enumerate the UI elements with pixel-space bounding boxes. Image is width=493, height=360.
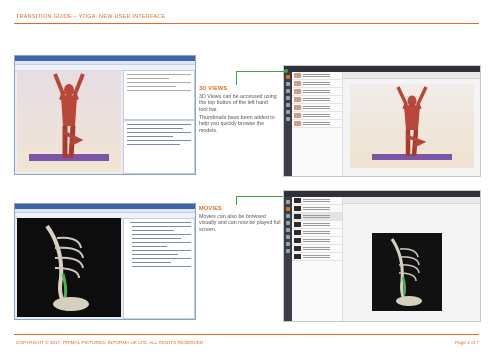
section-movies-body: Movies can also be browsed visually and … — [199, 214, 281, 233]
tool-icon — [286, 214, 290, 218]
new-3d-viewport — [350, 84, 474, 168]
tool-icon — [286, 103, 290, 107]
old-ui-movies-screenshot — [14, 203, 196, 320]
callout-line — [236, 71, 286, 72]
new-ui-3d-screenshot — [283, 65, 481, 177]
list-item — [292, 96, 342, 104]
footer-divider — [14, 334, 479, 335]
list-item — [292, 237, 342, 245]
tool-icon — [286, 200, 290, 204]
new-thumbnail-list — [292, 72, 343, 176]
yoga-pose-figure — [372, 86, 452, 160]
new-view-header — [343, 72, 480, 79]
new-left-toolbar — [284, 72, 292, 176]
tool-icon — [286, 96, 290, 100]
new-movie-list — [292, 197, 343, 321]
old-movie-list — [123, 218, 195, 319]
list-item — [292, 197, 342, 205]
old-ui-3d-screenshot — [14, 55, 196, 175]
callout-line — [236, 196, 286, 197]
tool-icon — [286, 110, 290, 114]
list-item — [292, 80, 342, 88]
section-3d-views-body2: Thumbnails have been added to help you q… — [199, 115, 275, 134]
new-left-toolbar — [284, 197, 292, 321]
old-3d-viewport — [17, 70, 121, 172]
tool-icon — [286, 249, 290, 253]
tool-icon — [286, 117, 290, 121]
list-item — [292, 229, 342, 237]
section-3d-views-title: 3D VIEWS — [199, 86, 228, 92]
list-item — [292, 88, 342, 96]
callout-line — [236, 196, 237, 205]
list-item — [292, 253, 342, 261]
section-3d-views-body: 3D Views can be accessed using the top b… — [199, 94, 277, 113]
tool-icon — [286, 82, 290, 86]
list-item — [292, 205, 342, 213]
header-divider — [14, 23, 479, 24]
callout-line — [236, 71, 237, 85]
views-3d-icon — [286, 75, 290, 79]
list-item — [292, 112, 342, 120]
list-item — [292, 213, 342, 221]
tool-icon — [286, 221, 290, 225]
list-item — [292, 104, 342, 112]
yoga-pose-figure — [29, 73, 109, 161]
tool-icon — [286, 235, 290, 239]
page-header-title: TRANSITION GUIDE – YOGA: NEW USER INTERF… — [16, 14, 166, 20]
new-ui-movies-screenshot — [283, 190, 481, 322]
list-item — [292, 221, 342, 229]
old-movie-viewport — [17, 218, 121, 317]
skeleton-figure — [390, 238, 422, 307]
footer-copyright: COPYRIGHT © 2017, PRIMAL PICTURES, INFOR… — [16, 340, 204, 345]
new-view-header — [343, 197, 480, 204]
tool-icon — [286, 228, 290, 232]
list-item — [292, 245, 342, 253]
footer-page-number: Page 2 of 7 — [455, 340, 479, 345]
list-item — [292, 120, 342, 128]
new-movie-viewport — [372, 233, 442, 311]
old-structure-list — [123, 120, 195, 174]
movies-icon — [286, 207, 290, 211]
tool-icon — [286, 89, 290, 93]
callout-dot — [284, 69, 288, 73]
section-movies-title: MOVIES — [199, 206, 222, 212]
old-info-panel — [123, 70, 195, 120]
tool-icon — [286, 242, 290, 246]
list-item — [292, 72, 342, 80]
skeleton-figure — [45, 224, 89, 312]
